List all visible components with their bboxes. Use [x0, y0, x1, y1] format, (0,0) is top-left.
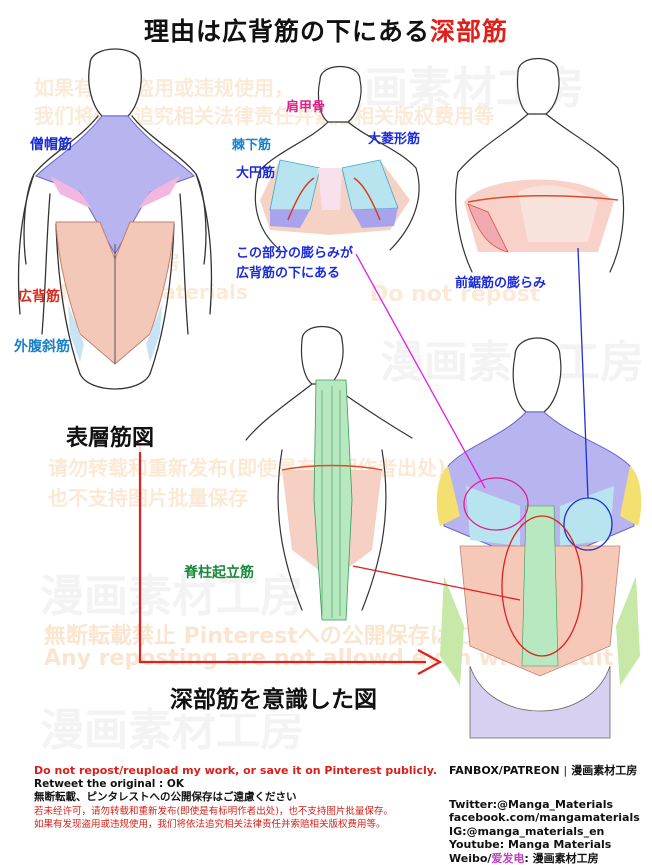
footer-social: FANBOX/PATREON | 漫画素材工房 Twitter:@Manga_M…: [449, 764, 649, 865]
footer-warn-en: Do not repost/reupload my work, or save …: [34, 764, 454, 778]
youtube-link[interactable]: Youtube: Manga Materials: [449, 838, 649, 852]
label-surface-diagram: 表層筋図: [66, 420, 154, 452]
footer-warn-zh2: 如果有发现盗用或违规使用，我们将依法追究相关法律责任并索赔相关版权费用等。: [34, 818, 454, 832]
facebook-link[interactable]: facebook.com/mangamaterials: [449, 811, 649, 825]
footer-fanbox-line: FANBOX/PATREON | 漫画素材工房: [449, 764, 649, 778]
instagram-link[interactable]: IG:@manga_materials_en: [449, 825, 649, 839]
footer-notice: Do not repost/reupload my work, or save …: [34, 764, 454, 832]
fanbox-link[interactable]: FANBOX/PATREON: [449, 764, 560, 777]
weibo-accent: 爱发电: [491, 852, 524, 865]
footer-separator: |: [563, 764, 567, 777]
weibo-prefix: Weibo/: [449, 852, 491, 865]
label-deep-diagram: 深部筋を意識した図: [170, 680, 377, 714]
weibo-link[interactable]: Weibo/爱发电: 漫画素材工房: [449, 852, 649, 865]
footer-retweet: Retweet the original : OK: [34, 778, 454, 792]
footer-warn-zh1: 若未经许可，请勿转载和重新发布(即使是有标明作者出处)，也不支持图片批量保存。: [34, 805, 454, 819]
footer-studio: 漫画素材工房: [571, 764, 637, 777]
twitter-link[interactable]: Twitter:@Manga_Materials: [449, 798, 649, 812]
footer-warn-jp: 無断転載、ピンタレストへの公開保存はご遠慮ください: [34, 791, 454, 805]
weibo-suffix: : 漫画素材工房: [524, 852, 598, 865]
